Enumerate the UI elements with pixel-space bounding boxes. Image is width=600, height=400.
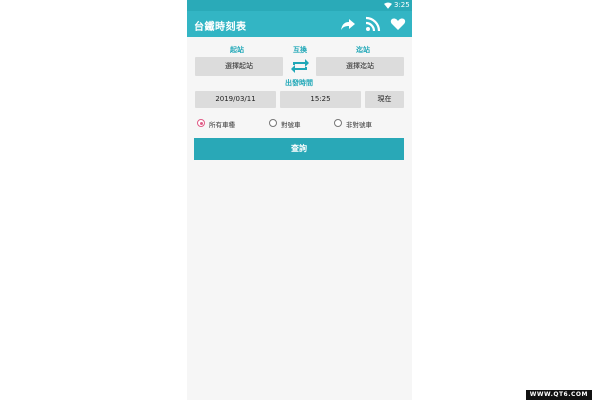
time-button[interactable]: 15:25 [280,91,361,108]
radio-reserved-trains[interactable]: 對號車 [269,118,319,129]
to-station-button[interactable]: 選擇迄站 [316,57,404,76]
radio-nonreserved-trains[interactable]: 非對號車 [334,118,394,129]
radio-label: 所有車種 [209,121,235,129]
watermark: WWW.QT6.COM [525,390,592,400]
heart-icon[interactable] [390,16,406,32]
radio-selected-indicator [197,119,205,127]
swap-label: 互換 [293,46,307,54]
status-time: 3:25 [394,1,410,9]
share-icon[interactable] [340,16,356,32]
radio-label: 非對號車 [346,121,372,129]
departure-time-label: 出發時間 [285,79,313,87]
radio-all-trains[interactable]: 所有車種 [197,118,257,129]
wifi-icon [384,2,392,9]
from-station-button[interactable]: 選擇起站 [195,57,283,76]
date-button[interactable]: 2019/03/11 [195,91,276,108]
radio-indicator [269,119,277,127]
to-station-label: 迄站 [356,46,370,54]
now-button[interactable]: 現在 [365,91,404,108]
app-bar: 台鐵時刻表 [187,11,412,37]
phone-screen: 3:25 台鐵時刻表 起站 互換 迄站 選擇起站 選擇迄站 出發時間 2019/… [187,0,412,400]
from-station-label: 起站 [230,46,244,54]
radio-indicator [334,119,342,127]
radio-label: 對號車 [281,121,301,129]
rss-icon[interactable] [365,16,381,32]
swap-icon[interactable] [289,57,311,75]
status-bar: 3:25 [187,0,412,11]
search-button[interactable]: 查詢 [194,138,404,160]
app-title: 台鐵時刻表 [194,22,247,33]
